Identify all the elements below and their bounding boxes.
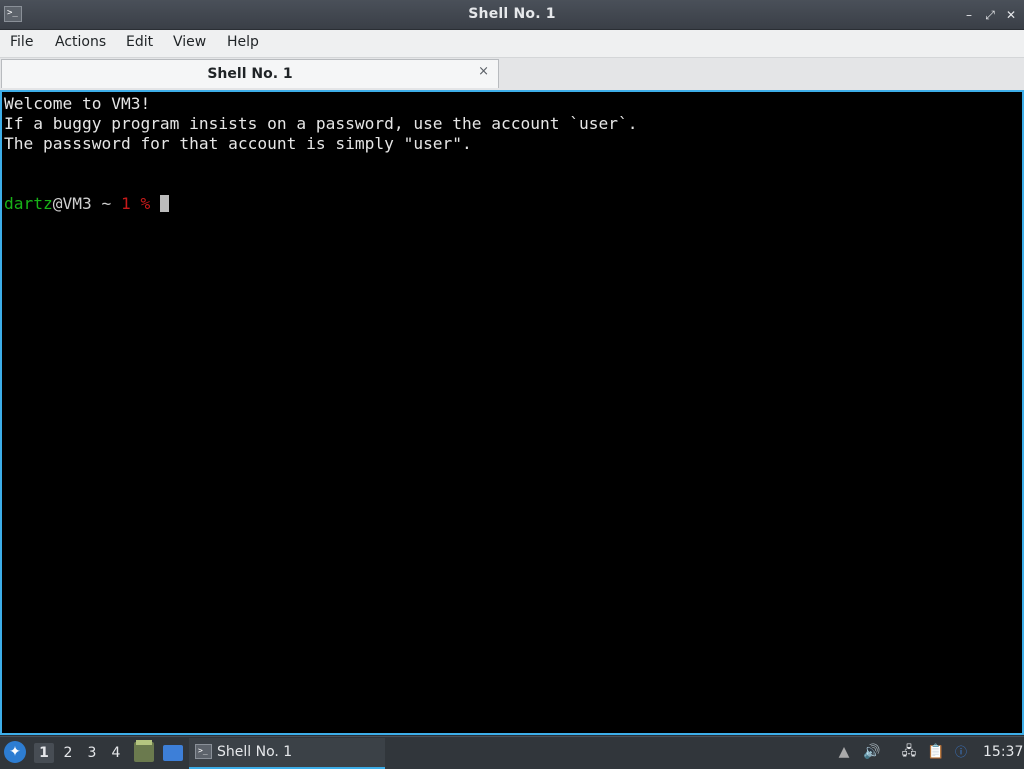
taskbar: ✦ 1 2 3 4 >_ Shell No. 1 ▲ 🔊 🖧 📋 ⓘ 15:37 xyxy=(0,736,1024,769)
tab-label: Shell No. 1 xyxy=(207,66,293,82)
tab-bar: Shell No. 1 × xyxy=(0,58,1024,90)
launcher-icon[interactable]: ✦ xyxy=(4,741,26,763)
notification-icon[interactable]: ⓘ xyxy=(952,743,970,761)
desktop-1-button[interactable]: 1 xyxy=(34,743,54,763)
volume-icon[interactable]: 🔊 xyxy=(863,743,881,761)
desktop-4-button[interactable]: 4 xyxy=(106,743,126,763)
taskbar-task-shell[interactable]: >_ Shell No. 1 xyxy=(189,738,385,769)
desktop-2-button[interactable]: 2 xyxy=(58,743,78,763)
clock[interactable]: 15:37 xyxy=(983,744,1023,760)
terminal-view[interactable]: Welcome to VM3! If a buggy program insis… xyxy=(0,90,1024,735)
menu-help[interactable]: Help xyxy=(227,34,259,50)
terminal-icon: >_ xyxy=(195,744,212,759)
tab-close-icon[interactable]: × xyxy=(478,64,489,79)
prompt-user: dartz xyxy=(4,194,53,213)
tab-shell-1[interactable]: Shell No. 1 × xyxy=(1,59,499,88)
shell-prompt: dartz@VM3 ~ 1 % xyxy=(4,194,169,214)
task-label: Shell No. 1 xyxy=(217,744,293,760)
terminal-line: The passsword for that account is simply… xyxy=(4,134,472,153)
text-cursor xyxy=(159,195,169,212)
clipboard-icon[interactable]: 📋 xyxy=(927,743,945,761)
minimize-button[interactable]: – xyxy=(960,6,978,24)
network-icon[interactable]: 🖧 xyxy=(900,743,918,761)
menu-edit[interactable]: Edit xyxy=(126,34,153,50)
window-titlebar[interactable]: >_ Shell No. 1 – ⤢ ✕ xyxy=(0,0,1024,30)
menu-actions[interactable]: Actions xyxy=(55,34,106,50)
prompt-history-number: 1 % xyxy=(120,194,151,213)
prompt-host: @VM3 xyxy=(52,194,92,213)
terminal-line: If a buggy program insists on a password… xyxy=(4,114,638,133)
file-manager-icon[interactable] xyxy=(134,740,154,762)
prompt-path: ~ xyxy=(91,194,121,213)
tray-arrow-icon[interactable]: ▲ xyxy=(835,743,853,761)
menu-bar: File Actions Edit View Help xyxy=(0,30,1024,58)
close-button[interactable]: ✕ xyxy=(1002,6,1020,24)
desktop-3-button[interactable]: 3 xyxy=(82,743,102,763)
terminal-line: Welcome to VM3! xyxy=(4,94,151,113)
menu-view[interactable]: View xyxy=(173,34,206,50)
maximize-button[interactable]: ⤢ xyxy=(981,6,999,24)
window-title: Shell No. 1 xyxy=(468,6,556,22)
menu-file[interactable]: File xyxy=(10,34,33,50)
show-desktop-icon[interactable] xyxy=(163,745,183,761)
